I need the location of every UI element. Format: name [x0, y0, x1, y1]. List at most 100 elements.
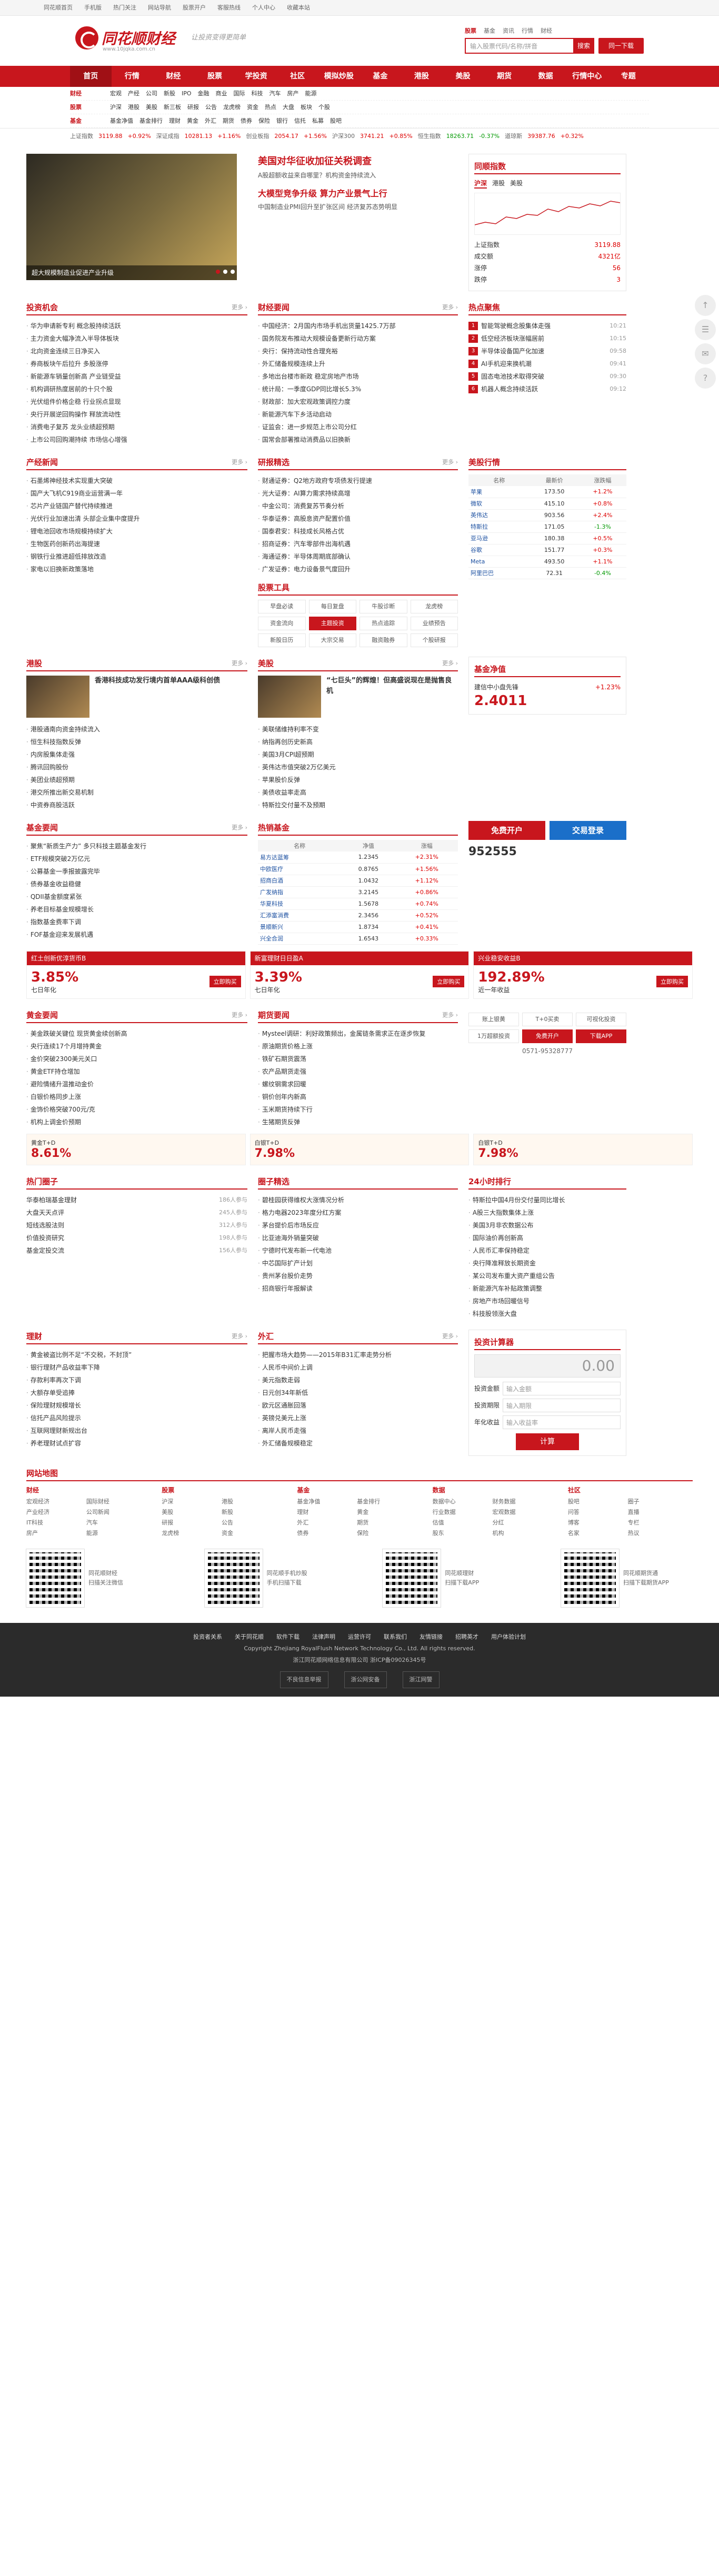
search-tab[interactable]: 基金 — [484, 26, 495, 35]
news-item[interactable]: 铁矿石期货震荡 — [258, 1053, 458, 1065]
footer-badge[interactable]: 不良信息举报 — [279, 1671, 328, 1688]
subnav-link[interactable]: 保险 — [258, 114, 270, 127]
subnav-link[interactable]: 新三板 — [164, 101, 181, 114]
nav-item[interactable]: 基金 — [359, 66, 401, 87]
news-item[interactable]: 养老目标基金规模增长 — [26, 903, 247, 916]
news-item[interactable]: 英伟达市值突破2万亿美元 — [258, 761, 458, 774]
sitemap-link[interactable]: 研报 — [162, 1518, 222, 1528]
sitemap-link[interactable]: 博客 — [568, 1518, 628, 1528]
subnav-link[interactable]: 宏观 — [110, 87, 122, 100]
news-item[interactable]: QDII基金额度紧张 — [26, 890, 247, 903]
tool-button[interactable]: 早盘必读 — [258, 600, 306, 613]
news-item[interactable]: 新能源汽车下乡活动启动 — [258, 408, 458, 421]
footer-link[interactable]: 法律声明 — [312, 1631, 335, 1643]
news-item[interactable]: 大额存单受追捧 — [26, 1386, 247, 1399]
news-item[interactable]: 碧桂园获得维权大涨情况分析 — [258, 1194, 458, 1206]
subnav-link[interactable]: 资金 — [247, 101, 258, 114]
tool-button[interactable]: 主题投资 — [308, 617, 356, 630]
footer-link[interactable]: 投资者关系 — [193, 1631, 222, 1643]
calc-input[interactable]: 输入收益率 — [503, 1415, 621, 1429]
news-item[interactable]: 白银价格同步上涨 — [26, 1091, 247, 1103]
news-item[interactable]: A股三大指数集体上涨 — [468, 1206, 626, 1219]
service-button[interactable]: 可视化投资 — [576, 1012, 626, 1026]
tool-button[interactable]: 新股日历 — [258, 633, 306, 647]
sitemap-link[interactable]: 宏观数据 — [492, 1507, 552, 1518]
news-item[interactable]: 金饰价格突破700元/克 — [26, 1103, 247, 1116]
service-button[interactable]: 1万超额投资 — [468, 1029, 519, 1043]
site-logo[interactable]: 同花顺财经 www.10jqka.com.cn — [75, 25, 175, 56]
side-tool-icon[interactable]: ↑ — [695, 295, 716, 316]
subnav-link[interactable]: 外汇 — [205, 114, 216, 127]
search-tab[interactable]: 财经 — [541, 26, 552, 35]
footer-badge[interactable]: 浙江网警 — [402, 1671, 440, 1688]
sitemap-link[interactable]: 资金 — [222, 1528, 282, 1539]
subnav-link[interactable]: IPO — [182, 87, 192, 100]
calc-input[interactable]: 输入金额 — [503, 1381, 621, 1395]
calc-button[interactable]: 计算 — [516, 1433, 579, 1450]
sitemap-link[interactable]: 黄金 — [357, 1507, 417, 1518]
news-item[interactable]: 农产品期货走强 — [258, 1065, 458, 1078]
news-item[interactable]: 茅台提价后市场反应 — [258, 1219, 458, 1232]
market-tab[interactable]: 港股 — [492, 179, 505, 189]
table-row[interactable]: 广发纳指 3.2145 +0.86% — [258, 886, 458, 898]
headline-2[interactable]: 大模型竞争升级 算力产业景气上行 — [258, 186, 458, 201]
sitemap-link[interactable]: 龙虎榜 — [162, 1528, 222, 1539]
nav-item[interactable]: 学投资 — [235, 66, 277, 87]
sitemap-link[interactable]: 美股 — [162, 1507, 222, 1518]
app-download-button[interactable]: 同一下载 — [598, 38, 644, 54]
table-row[interactable]: 阿里巴巴 72.31 -0.4% — [468, 567, 626, 579]
news-item[interactable]: 多地出台楼市新政 稳定房地产市场 — [258, 370, 458, 383]
news-item[interactable]: 芯片产业链国产替代持续推进 — [26, 500, 247, 512]
news-item[interactable]: Mysteel调研：利好政策频出，金属链条需求正在逐步恢复 — [258, 1027, 458, 1040]
table-row[interactable]: 英伟达 903.56 +2.4% — [468, 509, 626, 521]
nav-item[interactable]: 社区 — [277, 66, 318, 87]
subnav-link[interactable]: 研报 — [187, 101, 199, 114]
sitemap-link[interactable]: 直播 — [628, 1507, 688, 1518]
sitemap-link[interactable]: 期货 — [357, 1518, 417, 1528]
tool-button[interactable]: 业绩预告 — [410, 617, 458, 630]
subnav-link[interactable]: 信托 — [294, 114, 306, 127]
news-item[interactable]: 证监会：进一步规范上市公司分红 — [258, 421, 458, 433]
news-item[interactable]: 欧元区通胀回落 — [258, 1399, 458, 1412]
news-item[interactable]: ETF规模突破2万亿元 — [26, 853, 247, 865]
subnav-link[interactable]: 银行 — [276, 114, 288, 127]
sitemap-link[interactable]: 行业数据 — [433, 1507, 493, 1518]
table-row[interactable]: 汇添富消费 2.3456 +0.52% — [258, 909, 458, 922]
news-item[interactable]: 某公司发布重大资产重组公告 — [468, 1270, 626, 1282]
tool-button[interactable]: 个股研报 — [410, 633, 458, 647]
tool-button[interactable]: 融资融券 — [359, 633, 407, 647]
hot-item[interactable]: 3 半导体设备国产化加速 09:58 — [468, 345, 626, 358]
news-item[interactable]: 招商银行年报解读 — [258, 1282, 458, 1295]
sitemap-link[interactable]: 港股 — [222, 1497, 282, 1507]
news-item[interactable]: 主力资金大幅净流入半导体板块 — [26, 332, 247, 345]
news-item[interactable]: 螺纹钢需求回暖 — [258, 1078, 458, 1091]
subnav-link[interactable]: 股吧 — [330, 114, 342, 127]
news-item[interactable]: FOF基金迎来发展机遇 — [26, 928, 247, 941]
news-item[interactable]: 新能源汽车补贴政策调整 — [468, 1282, 626, 1295]
news-item[interactable]: 机构调研热度居前的十只个股 — [26, 383, 247, 395]
news-item[interactable]: 统计局：一季度GDP同比增长5.3% — [258, 383, 458, 395]
topbar-link[interactable]: 客服热线 — [217, 0, 241, 16]
sitemap-link[interactable]: 债券 — [297, 1528, 357, 1539]
subnav-link[interactable]: 板块 — [301, 101, 312, 114]
sitemap-heading[interactable]: 社区 — [568, 1485, 693, 1494]
news-item[interactable]: 中国经济：2月国内市场手机出货量1425.7万部 — [258, 320, 458, 332]
topbar-link[interactable]: 网站导航 — [148, 0, 171, 16]
news-item[interactable]: 财政部：加大宏观政策调控力度 — [258, 395, 458, 408]
news-item[interactable]: 华泰证券：高股息资产配置价值 — [258, 512, 458, 525]
sitemap-link[interactable]: 房产 — [26, 1528, 86, 1539]
news-item[interactable]: 特斯拉交付量不及预期 — [258, 799, 458, 811]
index-name[interactable]: 深证成指 — [156, 131, 179, 142]
news-item[interactable]: 英镑兑美元上涨 — [258, 1412, 458, 1424]
sitemap-link[interactable]: 财务数据 — [492, 1497, 552, 1507]
table-row[interactable]: 兴全合润 1.6543 +0.33% — [258, 933, 458, 945]
news-item[interactable]: 国产大飞机C919商业运营满一年 — [26, 487, 247, 500]
service-button[interactable]: 账上银黄 — [468, 1012, 519, 1026]
news-item[interactable]: 广发证券：电力设备景气度回升 — [258, 563, 458, 576]
subnav-link[interactable]: 产经 — [128, 87, 139, 100]
news-item[interactable]: 银行理财产品收益率下降 — [26, 1361, 247, 1374]
hot-item[interactable]: 2 低空经济板块涨幅居前 10:15 — [468, 332, 626, 345]
market-tab[interactable]: 美股 — [510, 179, 523, 189]
subnav-link[interactable]: 房产 — [287, 87, 299, 100]
news-item[interactable]: 内房股集体走强 — [26, 748, 247, 761]
